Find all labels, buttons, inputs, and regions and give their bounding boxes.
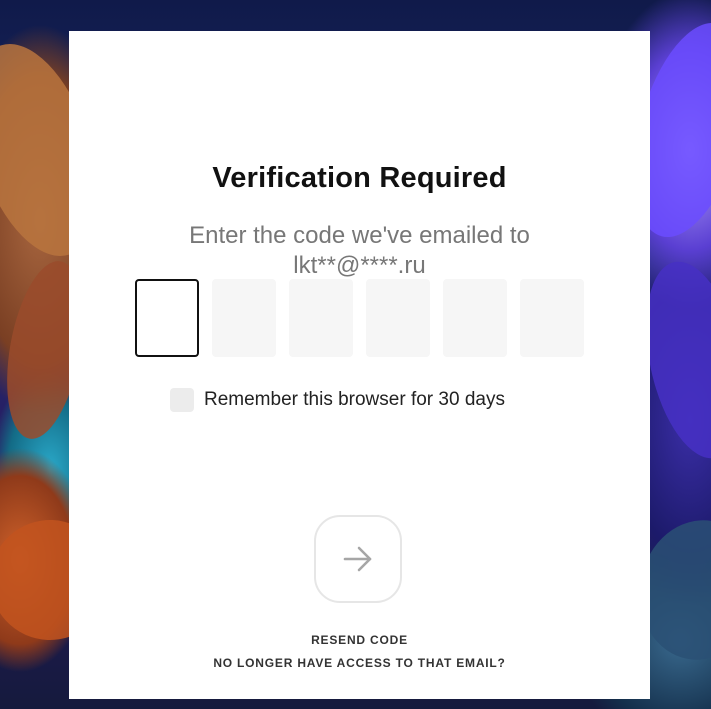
code-digit-2-input[interactable] xyxy=(212,279,276,357)
remember-browser-label: Remember this browser for 30 days xyxy=(204,389,505,410)
arrow-right-icon xyxy=(343,546,372,572)
code-digit-1-input[interactable] xyxy=(135,279,199,357)
code-input-group xyxy=(135,279,585,357)
code-digit-4-input[interactable] xyxy=(366,279,430,357)
code-digit-5-input[interactable] xyxy=(443,279,507,357)
masked-email: lkt**@****.ru xyxy=(293,252,426,279)
code-digit-3-input[interactable] xyxy=(289,279,353,357)
verification-panel: Verification Required Enter the code we'… xyxy=(69,31,650,699)
submit-button[interactable] xyxy=(314,515,402,603)
no-access-link[interactable]: NO LONGER HAVE ACCESS TO THAT EMAIL? xyxy=(69,656,650,670)
remember-browser-checkbox[interactable] xyxy=(170,388,194,412)
page-title: Verification Required xyxy=(212,162,507,194)
remember-browser-option[interactable]: Remember this browser for 30 days xyxy=(170,387,505,413)
instruction-line: Enter the code we've emailed to xyxy=(189,222,530,249)
resend-code-link[interactable]: RESEND CODE xyxy=(69,633,650,647)
instruction-text: Enter the code we've emailed to lkt**@**… xyxy=(109,221,610,281)
code-digit-6-input[interactable] xyxy=(520,279,584,357)
